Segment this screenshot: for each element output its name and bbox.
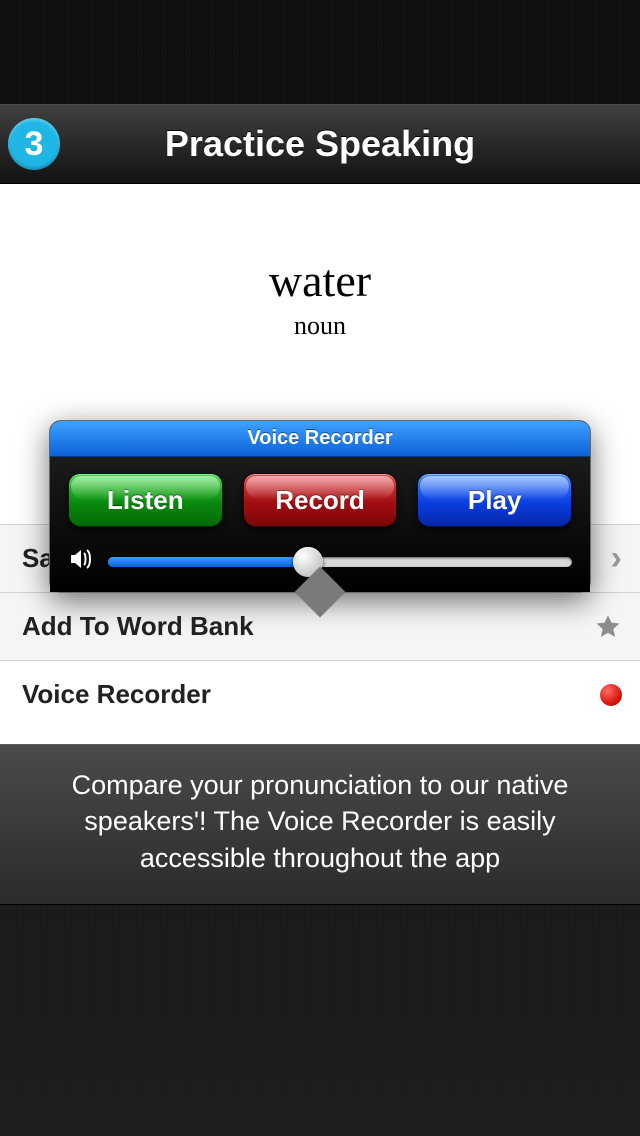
button-label: Record — [275, 485, 365, 516]
row-label: Voice Recorder — [22, 679, 211, 710]
row-voice-recorder[interactable]: Voice Recorder — [0, 660, 640, 728]
content-panel: water noun Sa › Add To Word Bank Voice R… — [0, 184, 640, 744]
recorder-button-row: Listen Record Play — [68, 473, 572, 527]
volume-slider-fill — [108, 557, 308, 567]
row-label: Add To Word Bank — [22, 611, 254, 642]
word-part-of-speech: noun — [0, 311, 640, 341]
button-label: Play — [468, 485, 522, 516]
record-button[interactable]: Record — [243, 473, 398, 527]
button-label: Listen — [107, 485, 184, 516]
caption-text: Compare your pronunciation to our native… — [72, 770, 569, 873]
step-badge: 3 — [8, 118, 60, 170]
popover-title: Voice Recorder — [50, 421, 590, 457]
top-textured-strip — [0, 0, 640, 104]
step-number: 3 — [25, 125, 44, 164]
voice-recorder-popover: Voice Recorder Listen Record Play — [49, 420, 591, 593]
star-icon — [594, 613, 622, 641]
play-button[interactable]: Play — [417, 473, 572, 527]
chevron-right-icon: › — [611, 539, 622, 578]
header-bar: 3 Practice Speaking — [0, 104, 640, 184]
volume-icon — [68, 549, 94, 574]
word-card: water noun — [0, 184, 640, 341]
caption-bar: Compare your pronunciation to our native… — [0, 744, 640, 905]
word-text: water — [0, 254, 640, 307]
volume-slider[interactable] — [108, 557, 572, 567]
listen-button[interactable]: Listen — [68, 473, 223, 527]
page-title: Practice Speaking — [0, 123, 640, 165]
record-dot-icon — [600, 684, 622, 706]
